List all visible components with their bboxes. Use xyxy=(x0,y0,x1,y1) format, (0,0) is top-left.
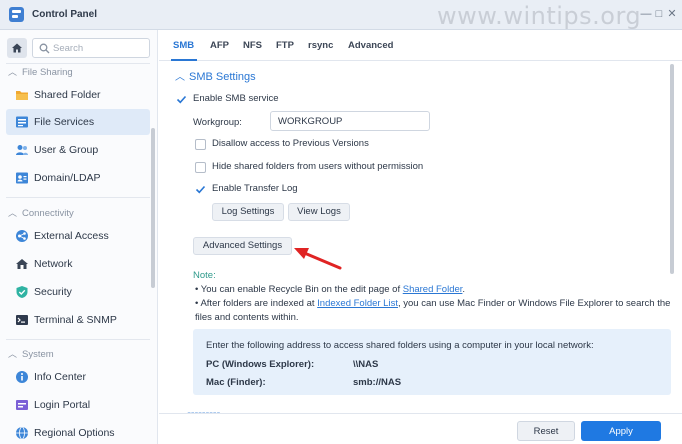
watermark-text: www.wintips.org xyxy=(437,2,642,30)
shared-folder-link[interactable]: Shared Folder xyxy=(403,284,463,295)
hide-shared-checkbox[interactable] xyxy=(195,162,206,173)
sidebar-item-user-group[interactable]: User & Group xyxy=(6,137,150,163)
workgroup-label: Workgroup: xyxy=(193,117,242,128)
tab-ftp[interactable]: FTP xyxy=(276,40,294,51)
shared-folder-icon xyxy=(16,91,28,100)
sidebar-item-shared-folder[interactable]: Shared Folder xyxy=(6,82,150,108)
file-services-icon xyxy=(16,116,28,128)
checkmark-icon xyxy=(176,95,187,104)
enable-smb-checkbox[interactable] xyxy=(176,94,187,105)
sidebar-item-login-portal[interactable]: Login Portal xyxy=(6,392,150,418)
checkmark-icon xyxy=(195,185,206,194)
group-file-sharing[interactable]: ︿ File Sharing xyxy=(8,65,73,79)
window-title: Control Panel xyxy=(32,9,98,20)
indexed-folder-list-link[interactable]: Indexed Folder List xyxy=(317,298,398,309)
sidebar-item-domain-ldap[interactable]: Domain/LDAP xyxy=(6,165,150,191)
sidebar-scrollbar[interactable] xyxy=(151,128,155,288)
chevron-up-icon: ︿ xyxy=(8,67,18,77)
sidebar-item-external-access[interactable]: External Access xyxy=(6,223,150,249)
workgroup-input[interactable] xyxy=(270,111,430,131)
info-icon xyxy=(16,371,28,383)
chevron-up-icon: ︿ xyxy=(8,349,18,359)
login-portal-icon xyxy=(16,400,28,410)
sidebar: ︿File Sharing Shared Folder File Service… xyxy=(0,30,158,444)
maximize-icon[interactable]: □ xyxy=(653,8,665,20)
home-icon xyxy=(12,43,22,53)
address-info-box: Enter the following address to access sh… xyxy=(193,329,671,395)
log-settings-button[interactable]: Log Settings xyxy=(212,203,284,221)
address-intro: Enter the following address to access sh… xyxy=(206,340,594,351)
note-bullet-recycle-bin: • You can enable Recycle Bin on the edit… xyxy=(195,284,466,295)
tab-smb[interactable]: SMB xyxy=(173,40,194,51)
sidebar-item-regional-options[interactable]: Regional Options xyxy=(6,420,150,444)
advanced-settings-button[interactable]: Advanced Settings xyxy=(193,237,292,255)
domain-ldap-icon xyxy=(16,172,28,184)
smb-settings-panel: ︿ SMB Settings Enable SMB service Workgro… xyxy=(159,61,682,413)
tab-nfs[interactable]: NFS xyxy=(243,40,262,51)
content-scrollbar[interactable] xyxy=(670,64,674,274)
chevron-up-icon: ︿ xyxy=(8,208,18,218)
reset-button[interactable]: Reset xyxy=(517,421,575,441)
mac-address: smb://NAS xyxy=(353,377,402,388)
divider xyxy=(6,63,150,64)
search-box[interactable] xyxy=(32,38,150,58)
external-access-icon xyxy=(16,230,28,242)
note-bullet-indexed: • After folders are indexed at Indexed F… xyxy=(195,298,671,323)
transfer-log-checkbox[interactable] xyxy=(195,184,206,195)
pc-label: PC (Windows Explorer): xyxy=(206,359,315,370)
shield-icon xyxy=(16,286,28,298)
network-icon xyxy=(16,259,28,269)
search-icon xyxy=(39,43,50,54)
view-logs-button[interactable]: View Logs xyxy=(288,203,350,221)
red-arrow-annotation xyxy=(294,248,342,270)
close-icon[interactable]: ✕ xyxy=(666,8,678,20)
search-input[interactable] xyxy=(53,42,143,55)
title-bar: Control Panel www.wintips.org — □ ✕ xyxy=(0,0,682,30)
group-system[interactable]: ︿ System xyxy=(8,347,54,361)
sidebar-item-file-services[interactable]: File Services xyxy=(6,109,150,135)
sidebar-item-network[interactable]: Network xyxy=(6,251,150,277)
pc-address: \\NAS xyxy=(353,359,379,370)
control-panel-icon xyxy=(9,7,24,22)
divider xyxy=(6,197,150,198)
chevron-up-icon: ︿ xyxy=(175,72,185,83)
minimize-icon[interactable]: — xyxy=(640,8,652,20)
terminal-icon xyxy=(16,315,28,325)
note-title: Note: xyxy=(193,270,216,281)
tab-rsync[interactable]: rsync xyxy=(308,40,333,51)
tab-afp[interactable]: AFP xyxy=(210,40,229,51)
sidebar-item-security[interactable]: Security xyxy=(6,279,150,305)
user-group-icon xyxy=(16,145,28,155)
section-smb-settings[interactable]: ︿ SMB Settings xyxy=(175,68,256,83)
mac-label: Mac (Finder): xyxy=(206,377,266,388)
sidebar-item-terminal-snmp[interactable]: Terminal & SNMP xyxy=(6,307,150,333)
tab-advanced[interactable]: Advanced xyxy=(348,40,393,51)
tab-bar: SMB AFP NFS FTP rsync Advanced xyxy=(159,30,682,61)
disallow-prev-checkbox[interactable] xyxy=(195,139,206,150)
apply-button[interactable]: Apply xyxy=(581,421,661,441)
sidebar-item-info-center[interactable]: Info Center xyxy=(6,364,150,390)
divider xyxy=(6,339,150,340)
group-connectivity[interactable]: ︿ Connectivity xyxy=(8,206,74,220)
footer-bar: Reset Apply xyxy=(159,413,682,444)
globe-icon xyxy=(16,426,28,440)
home-button[interactable] xyxy=(7,38,27,58)
